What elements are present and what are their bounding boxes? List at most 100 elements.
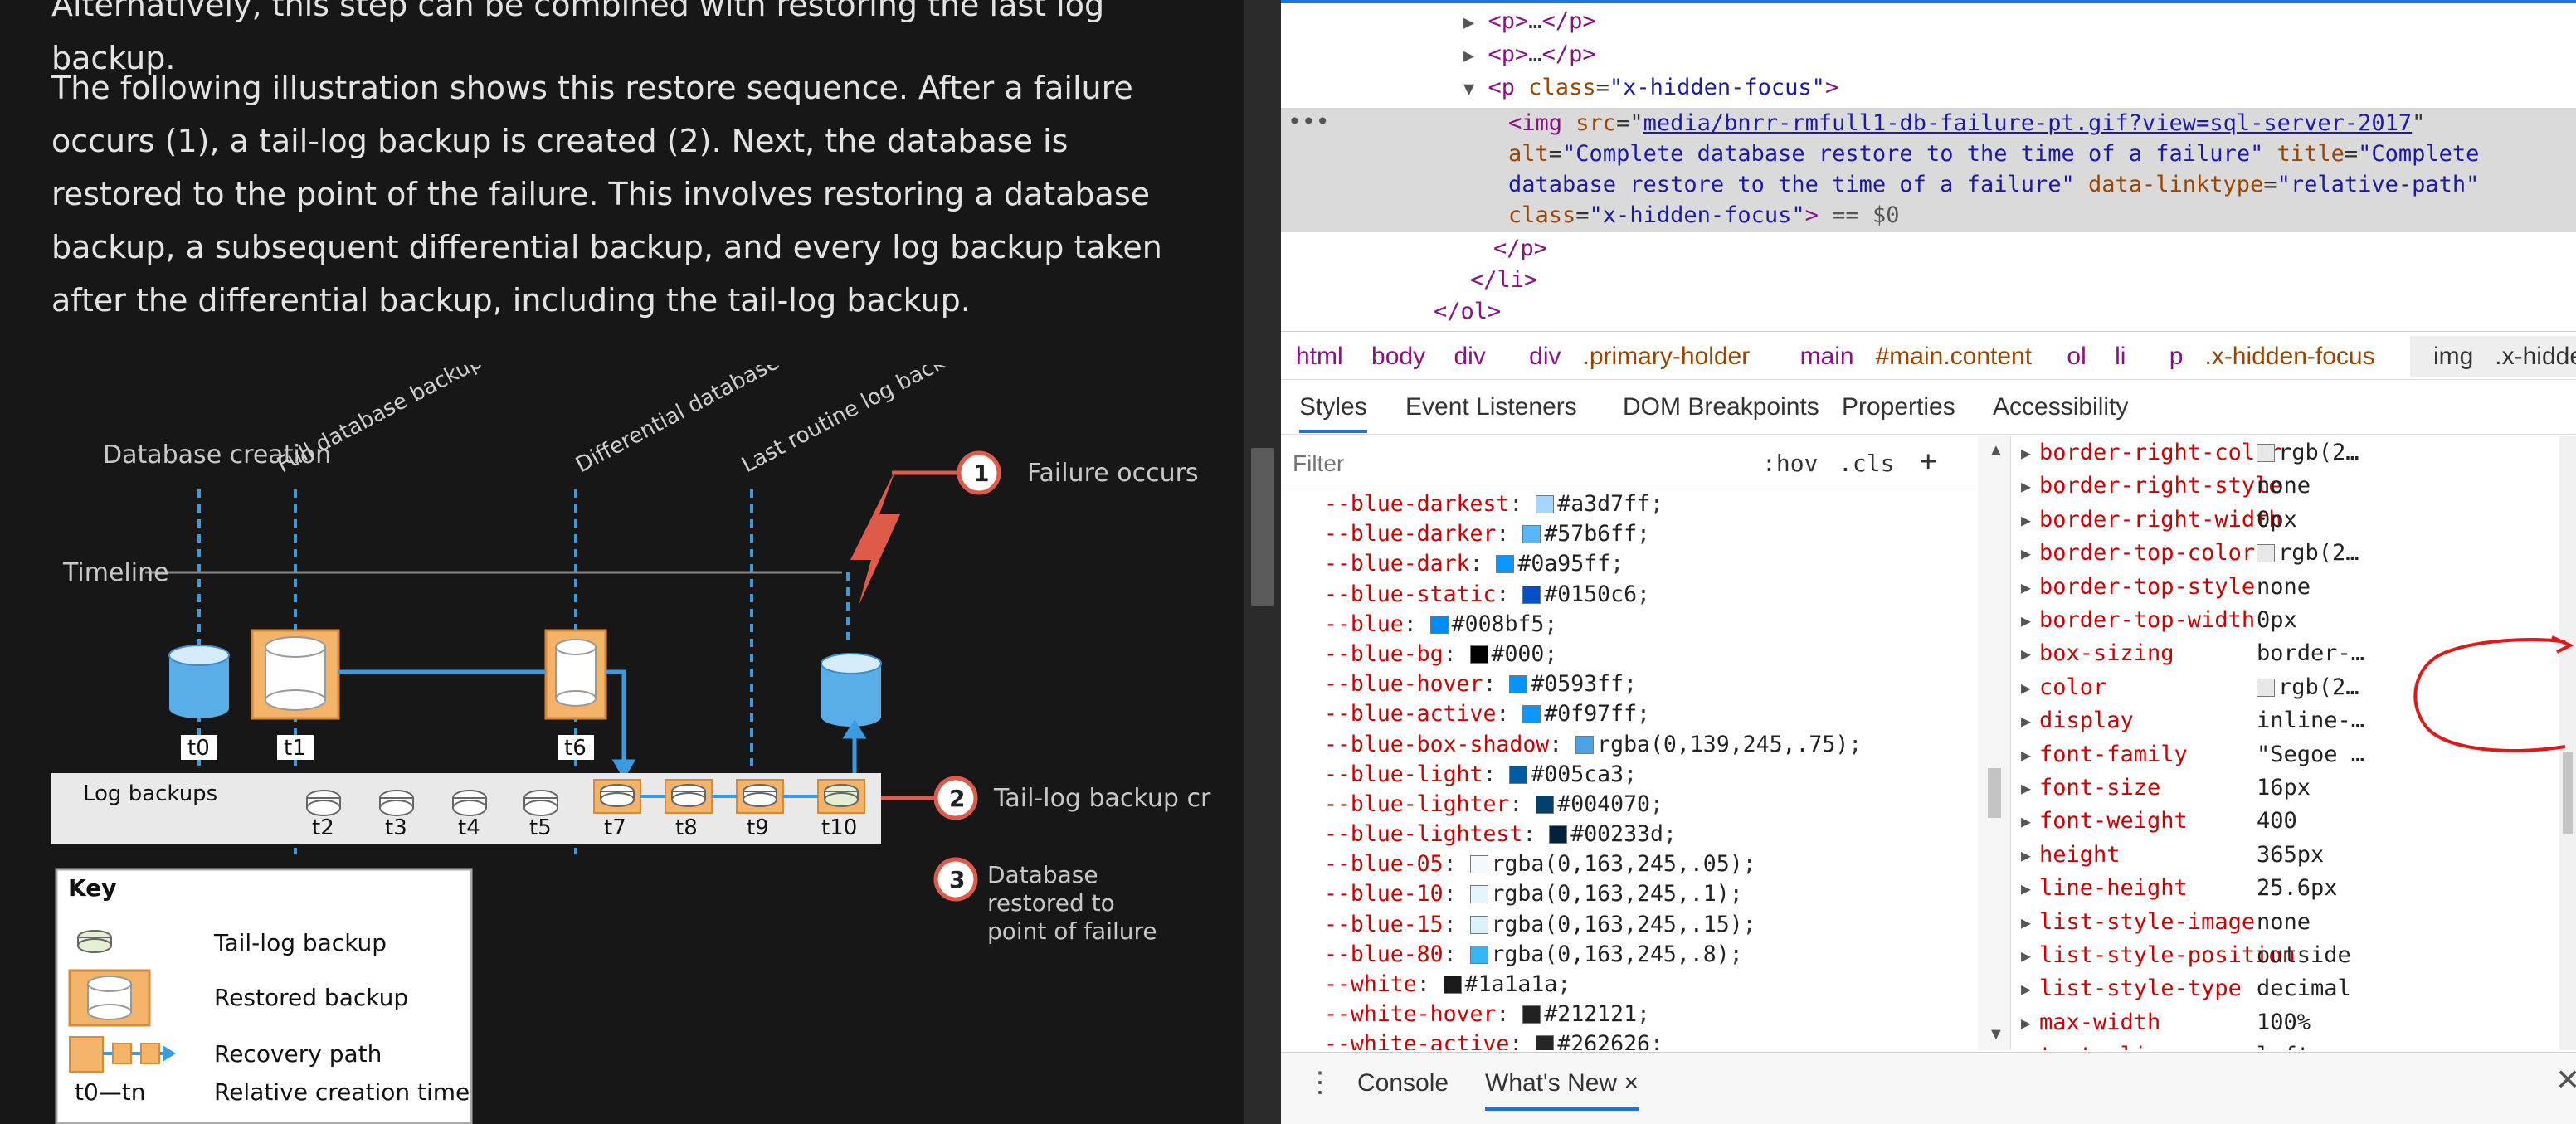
computed-property-row[interactable]: ▶ border-right-style none [2013, 470, 2576, 503]
expand-triangle-icon[interactable]: ▶ [2021, 537, 2031, 570]
dom-node-p-collapsed-2[interactable]: ▶ <p>…</p> [1463, 40, 1596, 71]
color-swatch-icon[interactable] [1443, 976, 1462, 994]
css-variable-row[interactable]: --blue: #008bf5; [1324, 610, 1971, 640]
breadcrumb-p[interactable]: p .x-hidden-focus [2155, 343, 2382, 370]
css-variable-row[interactable]: --white-hover: #212121; [1324, 1000, 1971, 1029]
css-variable-row[interactable]: --white: #1a1a1a; [1324, 970, 1971, 1000]
css-variable-row[interactable]: --blue-lighter: #004070; [1324, 790, 1971, 820]
dom-node-p-expanded[interactable]: ▼ <p class="x-hidden-focus"> [1463, 73, 1838, 105]
css-variable-row[interactable]: --blue-static: #0150c6; [1324, 580, 1971, 610]
color-swatch-icon[interactable] [1509, 675, 1528, 694]
color-swatch-icon[interactable] [1549, 825, 1568, 844]
css-variable-row[interactable]: --white-active: #262626; [1324, 1029, 1971, 1050]
expand-triangle-icon[interactable]: ▶ [2021, 571, 2031, 604]
color-swatch-icon[interactable] [1469, 855, 1488, 874]
css-variable-row[interactable]: --blue-10: rgba(0,163,245,.1); [1324, 879, 1971, 909]
breadcrumb-html[interactable]: html [1296, 343, 1343, 370]
computed-property-row[interactable]: ▶ border-top-style none [2013, 571, 2576, 604]
tab-event-listeners[interactable]: Event Listeners [1405, 393, 1577, 421]
breadcrumb-li[interactable]: li [2115, 343, 2126, 370]
tab-styles[interactable]: Styles [1299, 393, 1367, 433]
drawer-tab-console[interactable]: Console [1357, 1069, 1449, 1097]
css-variable-row[interactable]: --blue-active: #0f97ff; [1324, 699, 1971, 729]
expand-triangle-icon[interactable]: ▶ [2021, 436, 2031, 470]
color-swatch-icon[interactable] [1522, 705, 1541, 724]
css-variable-row[interactable]: --blue-dark: #0a95ff; [1324, 549, 1971, 579]
expand-triangle-icon[interactable]: ▶ [2021, 470, 2031, 503]
breadcrumb-div-primary-holder[interactable]: div .primary-holder [1514, 343, 1756, 370]
color-swatch-icon[interactable] [1509, 765, 1528, 784]
expand-triangle-icon[interactable]: ▶ [2021, 771, 2031, 805]
css-variable-row[interactable]: --blue-light: #005ca3; [1324, 760, 1971, 790]
expand-triangle-icon[interactable]: ▶ [2021, 872, 2031, 905]
computed-property-row[interactable]: ▶ list-style-type decimal [2013, 972, 2576, 1005]
computed-property-row[interactable]: ▶ max-width 100% [2013, 1006, 2576, 1039]
computed-property-row[interactable]: ▶ border-top-color rgb(2… [2013, 537, 2576, 570]
computed-property-row[interactable]: ▶ list-style-position outside [2013, 939, 2576, 972]
computed-property-row[interactable]: ▶text-alignleft [2013, 1039, 2576, 1050]
drawer-menu-icon[interactable]: ⋮ [1306, 1066, 1334, 1099]
dom-node-ol-close[interactable]: </ol> [1434, 297, 1501, 327]
color-swatch-icon[interactable] [1536, 1035, 1555, 1050]
close-drawer-icon[interactable]: ✕ [2555, 1063, 2576, 1097]
close-tab-icon[interactable]: × [1624, 1069, 1639, 1097]
expand-triangle-icon[interactable]: ▶ [2021, 939, 2031, 972]
tab-dom-breakpoints[interactable]: DOM Breakpoints [1623, 393, 1819, 421]
expand-triangle-icon[interactable]: ▶ [2021, 504, 2031, 537]
page-scrollbar-thumb[interactable] [1251, 448, 1274, 606]
computed-property-row[interactable]: ▶ font-size 16px [2013, 771, 2576, 805]
expand-triangle-icon[interactable]: ▶ [2021, 637, 2031, 670]
page-scrollbar[interactable] [1244, 0, 1281, 1124]
expand-triangle-icon[interactable]: ▶ [2021, 704, 2031, 737]
css-variable-row[interactable]: --blue-darker: #57b6ff; [1324, 519, 1971, 549]
dom-node-li-close[interactable]: </li> [1470, 265, 1537, 295]
node-actions-ellipsis[interactable]: ••• [1288, 108, 1330, 135]
css-variable-row[interactable]: --blue-15: rgba(0,163,245,.15); [1324, 910, 1971, 940]
styles-scrollbar[interactable]: ▲ ▼ [1978, 436, 2010, 1050]
color-swatch-icon[interactable] [1522, 585, 1541, 604]
color-swatch-icon[interactable] [1469, 645, 1488, 664]
expand-triangle-icon[interactable]: ▶ [2021, 738, 2031, 771]
expand-triangle-icon[interactable]: ▶ [2021, 604, 2031, 637]
color-swatch-icon[interactable] [1429, 615, 1449, 634]
computed-property-row[interactable]: ▶ line-height 25.6px [2013, 872, 2576, 905]
new-style-rule-button[interactable]: + [1920, 445, 1936, 478]
expand-triangle-icon[interactable]: ▶ [2021, 906, 2031, 939]
color-swatch-icon[interactable] [1469, 885, 1488, 904]
img-src-link[interactable]: media/bnrr-rmfull1-db-failure-pt.gif?vie… [1643, 110, 2413, 136]
dom-node-p-close[interactable]: </p> [1493, 234, 1547, 264]
css-variable-row[interactable]: --blue-lightest: #00233d; [1324, 820, 1971, 849]
css-variable-row[interactable]: --blue-darkest: #a3d7ff; [1324, 489, 1971, 519]
color-swatch-icon[interactable] [1575, 735, 1595, 754]
breadcrumb-div[interactable]: div [1454, 343, 1485, 370]
breadcrumb-img-current[interactable]: img.x-hidden-focus [2409, 336, 2576, 377]
computed-property-row[interactable]: ▶ height 365px [2013, 839, 2576, 872]
css-variable-row[interactable]: --blue-hover: #0593ff; [1324, 669, 1971, 699]
hov-toggle-button[interactable]: :hov [1762, 450, 1818, 477]
color-swatch-icon[interactable] [1522, 1005, 1541, 1024]
cls-toggle-button[interactable]: .cls [1838, 450, 1894, 477]
color-swatch-icon[interactable] [1469, 945, 1488, 964]
breadcrumb-ol[interactable]: ol [2067, 343, 2086, 370]
css-variable-row[interactable]: --blue-05: rgba(0,163,245,.05); [1324, 849, 1971, 879]
expand-triangle-icon[interactable]: ▶ [2021, 839, 2031, 872]
expand-triangle-icon[interactable]: ▶ [2021, 1006, 2031, 1039]
computed-property-row[interactable]: ▶ list-style-image none [2013, 906, 2576, 939]
color-swatch-icon[interactable] [1496, 555, 1515, 574]
expand-triangle-icon[interactable]: ▶ [2021, 972, 2031, 1005]
css-variable-row[interactable]: --blue-80: rgba(0,163,245,.8); [1324, 940, 1971, 970]
dom-node-p-collapsed-1[interactable]: ▶ <p>…</p> [1463, 7, 1596, 38]
expand-triangle-icon[interactable]: ▶ [2021, 805, 2031, 838]
drawer-tab-whats-new[interactable]: What's New × [1485, 1069, 1639, 1111]
dom-node-img-selected[interactable]: <img src="media/bnrr-rmfull1-db-failure-… [1508, 108, 2570, 231]
breadcrumb-main[interactable]: main #main.content [1785, 343, 2038, 370]
color-swatch-icon[interactable] [1469, 915, 1488, 934]
css-variable-row[interactable]: --blue-bg: #000; [1324, 640, 1971, 669]
tab-properties[interactable]: Properties [1842, 393, 1955, 421]
computed-property-row[interactable]: ▶ font-weight 400 [2013, 805, 2576, 838]
color-swatch-icon[interactable] [1522, 525, 1541, 544]
css-variable-row[interactable]: --blue-box-shadow: rgba(0,139,245,.75); [1324, 730, 1971, 760]
breadcrumb-body[interactable]: body [1371, 343, 1425, 370]
expand-triangle-icon[interactable]: ▶ [2021, 671, 2031, 704]
color-swatch-icon[interactable] [1536, 795, 1555, 814]
